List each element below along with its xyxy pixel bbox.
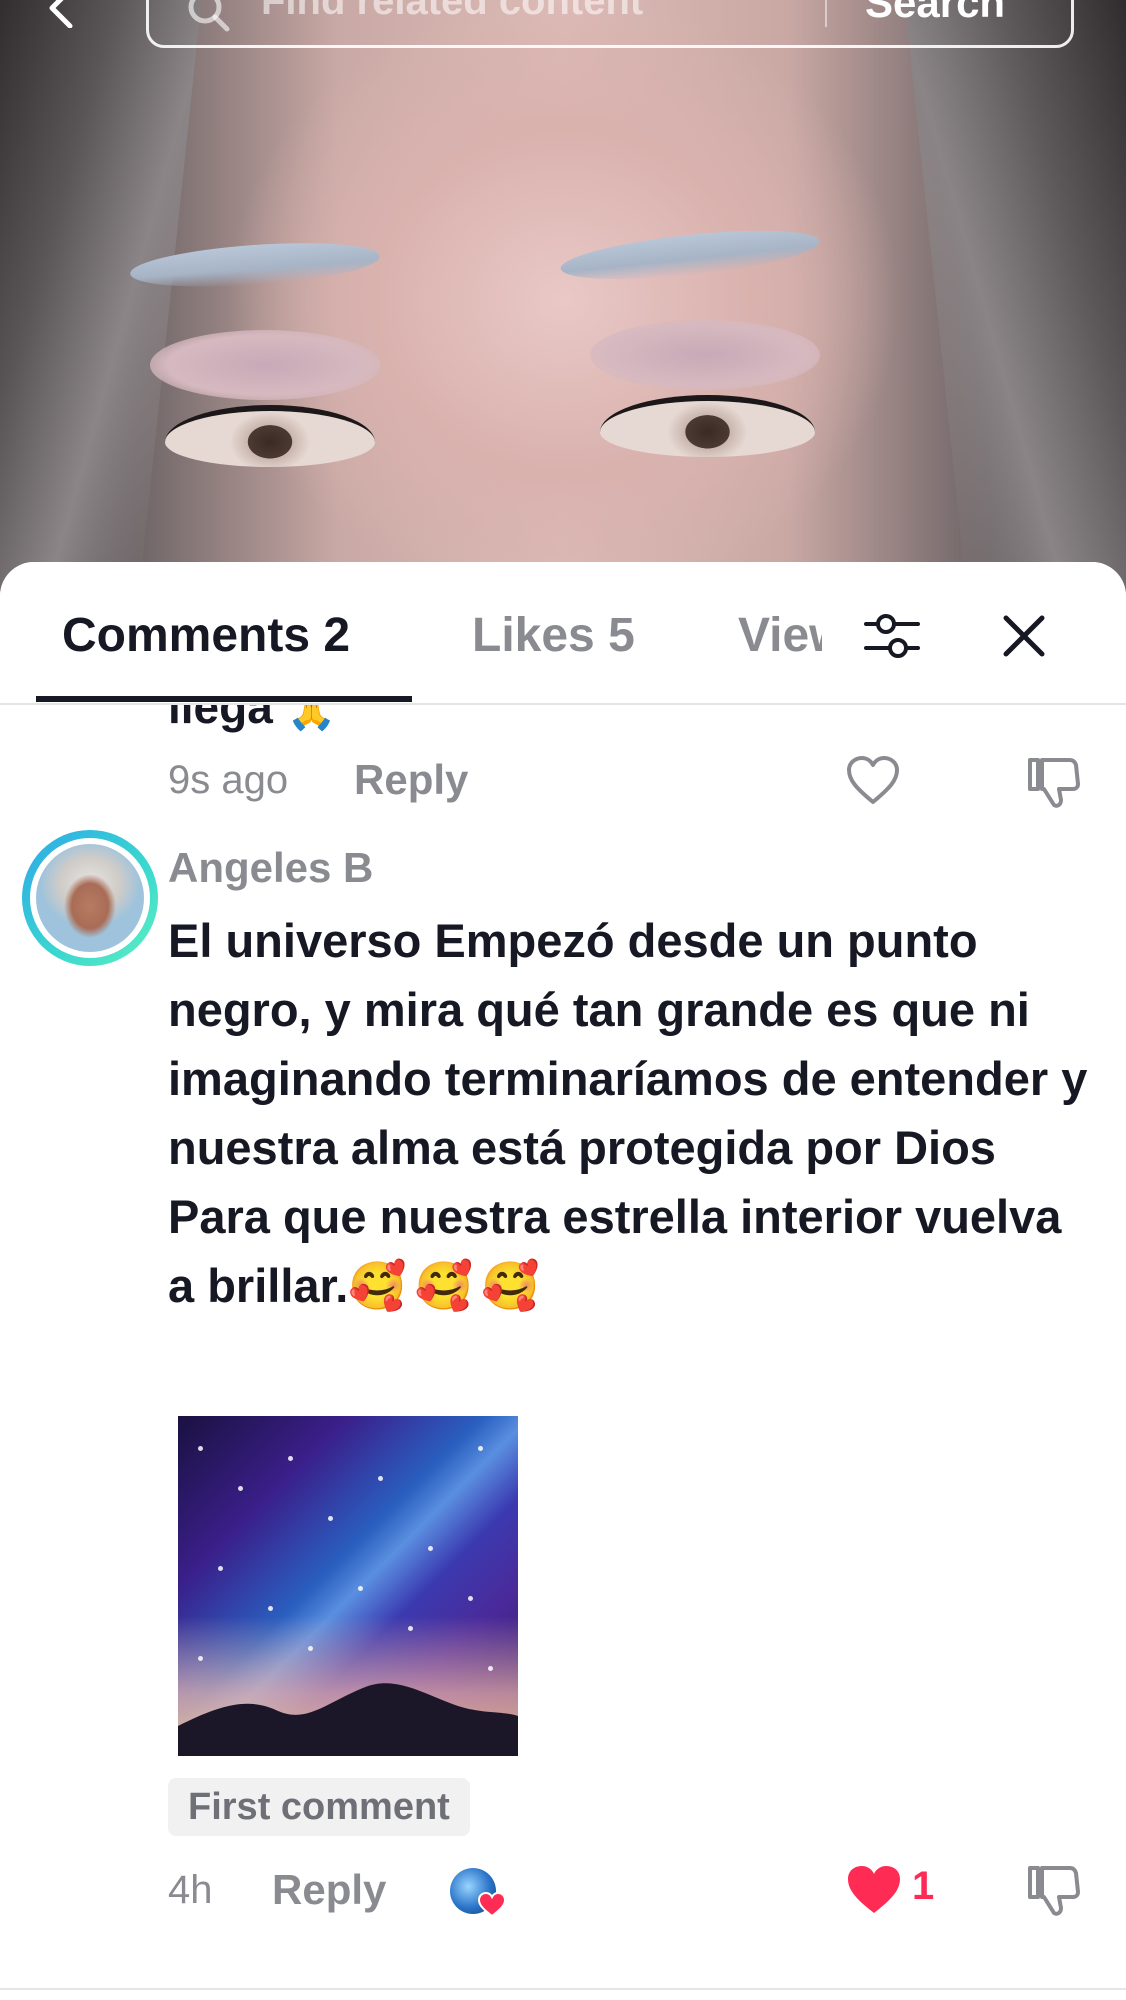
divider [0,1988,1126,1990]
video-brow-right [558,221,822,289]
active-tab-indicator [36,696,412,702]
tab-bar: Comments 2 Likes 5 Views [0,562,1126,705]
video-hair-right [902,0,1126,600]
comments-sheet: llega 🙏 9s ago Reply Angeles B El univers… [0,562,1126,2000]
star [408,1626,413,1631]
video-background[interactable] [0,0,1126,600]
avatar-ring-inner [30,838,150,958]
star [308,1646,313,1651]
heart-outline-icon[interactable] [846,756,900,806]
video-hair-left [0,0,204,600]
video-lid-left [150,330,380,400]
tab-likes[interactable]: Likes 5 [472,608,635,663]
creator-heart-icon [478,1892,506,1918]
reply-button[interactable]: Reply [272,1866,386,1914]
previous-reply-button[interactable]: Reply [354,756,468,804]
star [218,1566,223,1571]
tab-views[interactable]: Views [738,608,822,663]
star [198,1446,203,1451]
video-eye-right [600,395,815,457]
avatar-photo [36,844,144,952]
tabs-divider [0,703,1126,705]
star [288,1456,293,1461]
filter-icon[interactable] [862,606,922,666]
search-icon [188,0,230,32]
mountain-silhouette [178,1683,518,1756]
search-input[interactable]: Find related content Search [146,0,1074,48]
star [378,1476,383,1481]
comment-sticker-image[interactable] [178,1416,518,1756]
comment-list[interactable]: llega 🙏 9s ago Reply Angeles B El univers… [0,562,1126,2000]
comment-emojis: 🥰🥰🥰 [348,1259,548,1312]
avatar[interactable] [22,830,158,966]
back-arrow-icon[interactable] [40,0,80,28]
video-lid-right [590,320,820,390]
video-eye-left [165,405,375,467]
star [328,1516,333,1521]
comment-text: El universo Empezó desde un punto negro,… [168,906,1098,1320]
search-placeholder: Find related content [261,0,644,23]
previous-comment-time: 9s ago [168,758,289,802]
heart-filled-icon[interactable] [846,1864,902,1916]
like-count: 1 [912,1864,935,1908]
comment-time: 4h [168,1868,213,1912]
star [428,1546,433,1551]
close-icon[interactable] [1000,606,1048,666]
star [198,1656,203,1661]
first-comment-badge: First comment [168,1778,470,1836]
tab-comments[interactable]: Comments 2 [62,608,350,663]
comment-body: El universo Empezó desde un punto negro,… [168,914,1088,1312]
star [268,1606,273,1611]
search-divider [825,0,827,27]
star [358,1586,363,1591]
star [238,1486,243,1491]
star [478,1446,483,1451]
top-search-bar: Find related content Search [0,0,1126,60]
comment-author[interactable]: Angeles B [168,844,373,892]
search-button[interactable]: Search [865,0,1005,27]
dislike-icon[interactable] [1026,756,1080,810]
star [468,1596,473,1601]
dislike-icon[interactable] [1026,1864,1080,1918]
